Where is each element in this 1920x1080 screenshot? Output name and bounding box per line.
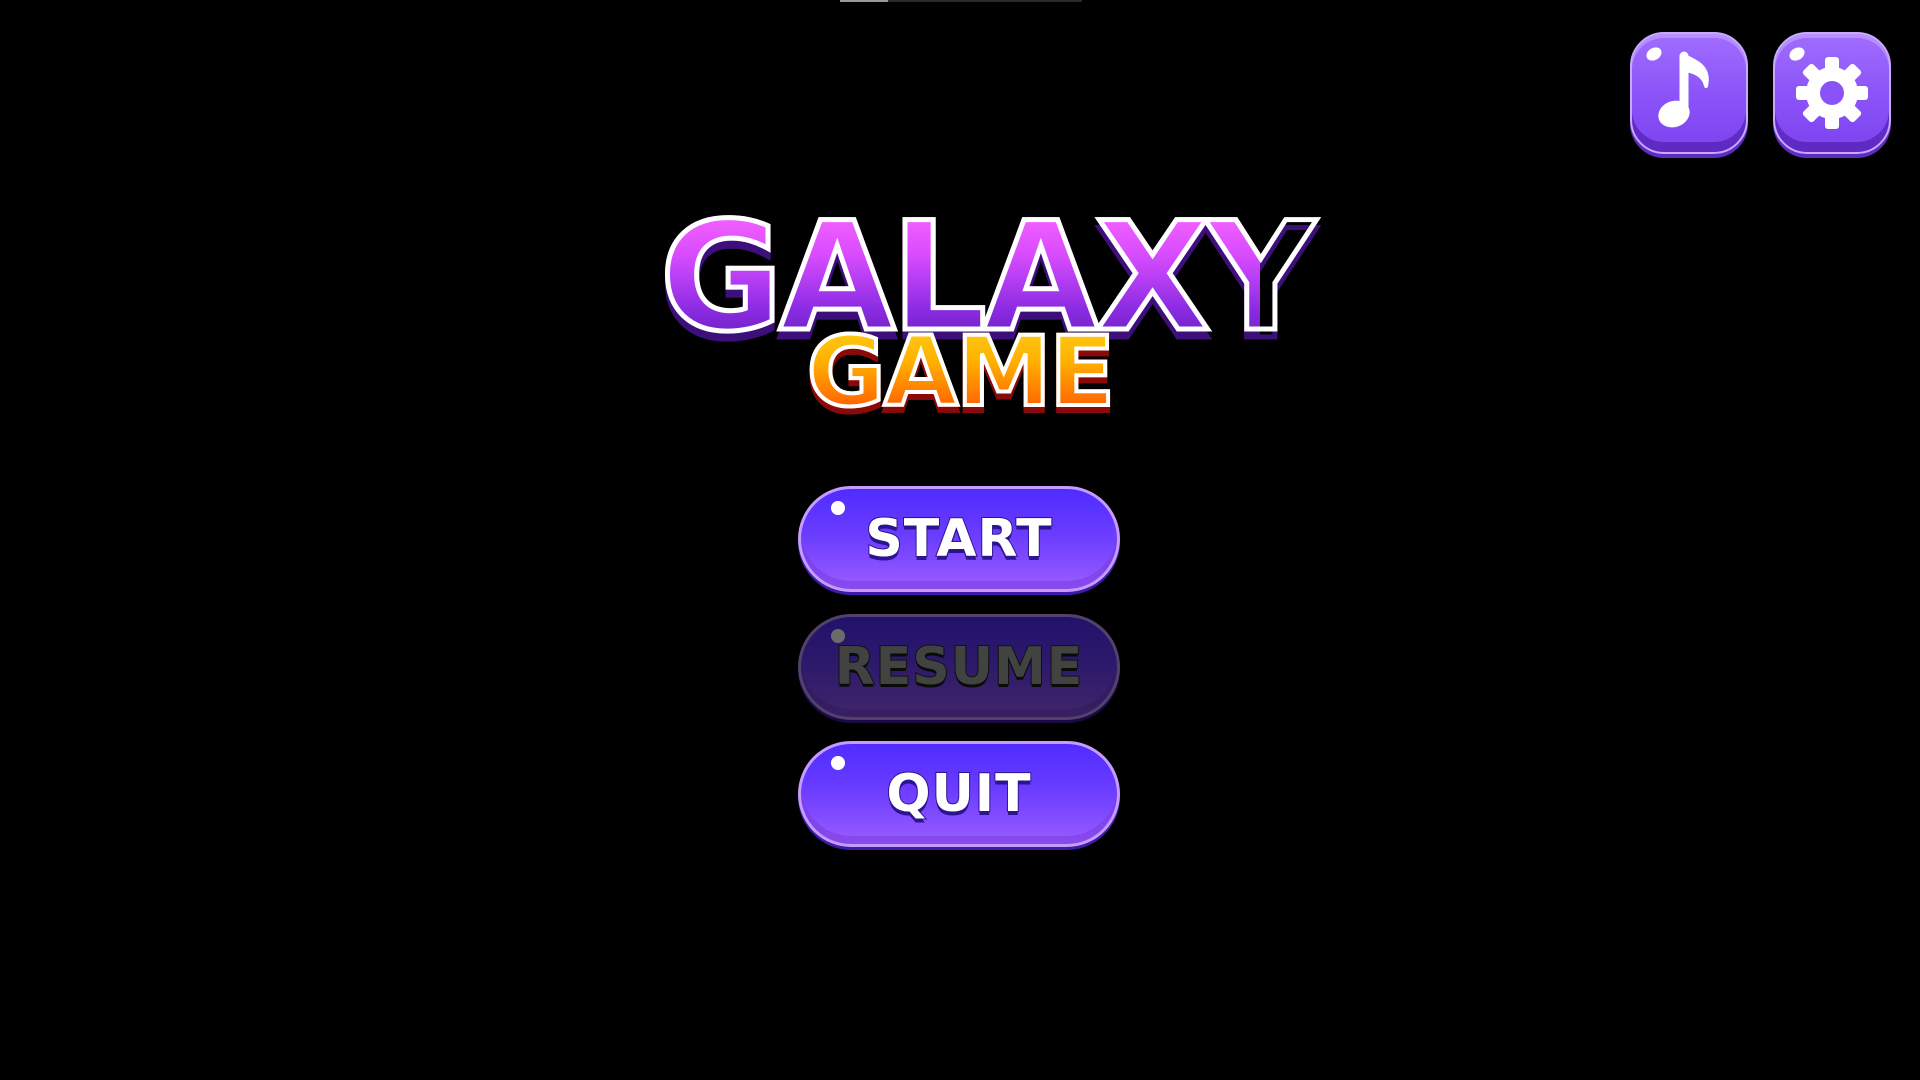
start-button[interactable]: START: [798, 486, 1120, 592]
top-indicator-segment: [840, 0, 888, 2]
game-logo: GALAXY GAME: [658, 196, 1318, 438]
main-menu-screen: GALAXY GAME START RESUME QUIT: [0, 0, 1920, 1080]
quit-button-label: QUIT: [885, 763, 1032, 825]
settings-button[interactable]: [1773, 32, 1891, 154]
start-button-label: START: [864, 508, 1053, 570]
resume-button-label: RESUME: [834, 636, 1084, 698]
music-note-icon: [1658, 51, 1709, 128]
resume-button: RESUME: [798, 614, 1120, 720]
gear-icon: [1796, 57, 1868, 129]
quit-button[interactable]: QUIT: [798, 741, 1120, 847]
logo-subtitle: GAME: [660, 318, 1260, 426]
music-toggle-button[interactable]: [1630, 32, 1748, 154]
top-indicator-strip: [840, 0, 1082, 2]
